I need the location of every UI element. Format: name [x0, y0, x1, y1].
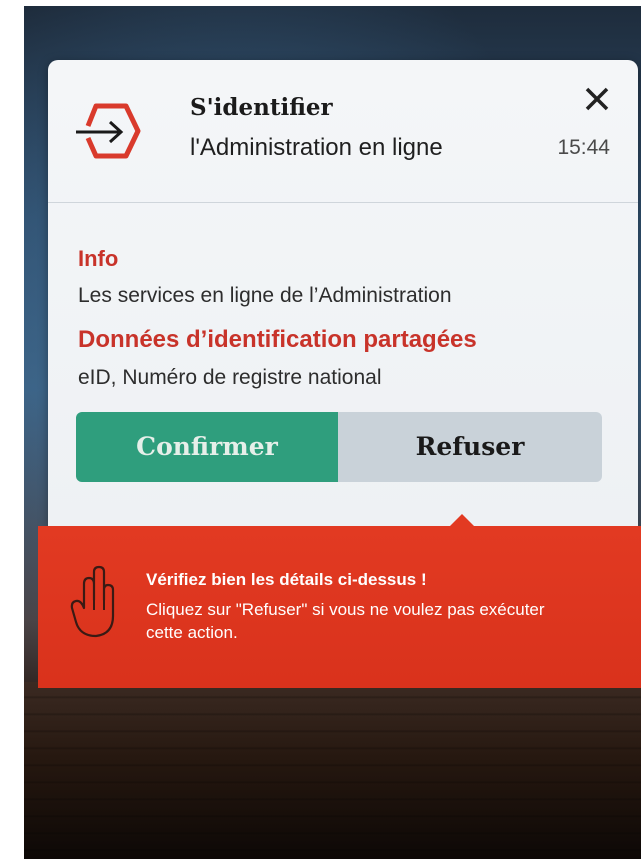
login-arrow-hexagon-icon	[76, 103, 141, 159]
info-text: Les services en ligne de l’Administratio…	[78, 284, 452, 307]
confirm-button[interactable]: Confirmer	[76, 412, 338, 482]
dialog-header: S'identifier l'Administration en ligne 1…	[48, 60, 638, 202]
identification-dialog: S'identifier l'Administration en ligne 1…	[48, 60, 638, 528]
warning-banner: Vérifiez bien les détails ci-dessus ! Cl…	[38, 514, 641, 688]
banner-pointer	[450, 514, 474, 526]
dialog-subtitle: l'Administration en ligne	[190, 134, 443, 161]
refuse-button[interactable]: Refuser	[338, 412, 602, 482]
dialog-title: S'identifier	[190, 94, 333, 121]
timestamp: 15:44	[557, 136, 610, 159]
hand-pointing-icon	[70, 565, 115, 638]
warning-text: Cliquez sur "Refuser" si vous ne voulez …	[146, 600, 545, 642]
shared-data-heading: Données d’identification partagées	[78, 326, 477, 353]
header-divider	[48, 202, 638, 203]
shared-data-text: eID, Numéro de registre national	[78, 366, 382, 389]
warning-title: Vérifiez bien les détails ci-dessus !	[146, 570, 427, 589]
screen: S'identifier l'Administration en ligne 1…	[0, 0, 641, 859]
background-wood	[24, 682, 641, 859]
close-icon[interactable]	[582, 84, 612, 114]
info-heading: Info	[78, 246, 119, 271]
